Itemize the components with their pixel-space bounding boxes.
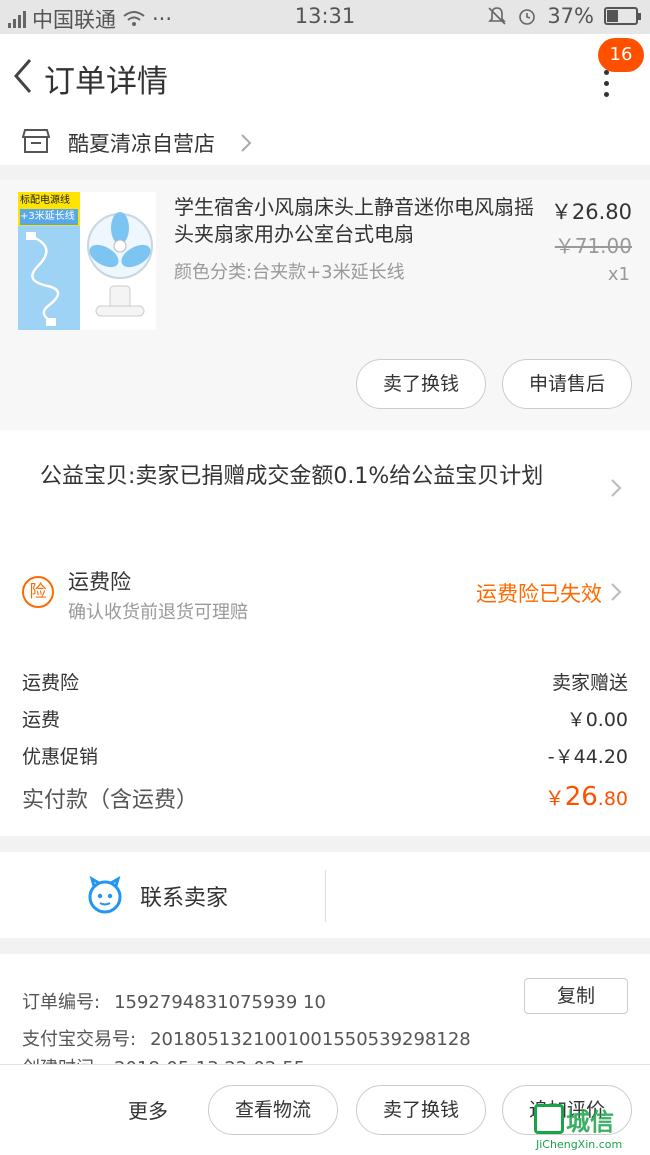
thumb-label-1: 标配电源线	[20, 195, 70, 206]
total-currency: ￥	[544, 786, 565, 810]
more-menu-icon[interactable]	[596, 70, 616, 100]
order-number-label: 订单编号:	[22, 992, 101, 1013]
shipping-insurance-row[interactable]: 险 运费险 确认收货前退货可理赔 运费险已失效	[0, 538, 650, 648]
total-integer: 26	[564, 782, 598, 812]
fan-illustration	[87, 212, 153, 317]
alipay-label: 支付宝交易号:	[22, 1029, 137, 1050]
total-label: 实付款（含运费）	[22, 788, 199, 813]
more-button[interactable]: 更多	[128, 1095, 168, 1124]
watermark-logo: 城信 JiChengXin.com	[534, 1104, 650, 1155]
fee-summary: 运费险 卖家赠送 运费 ￥0.00 优惠促销 -￥44.20 实付款（含运费） …	[0, 648, 650, 836]
sell-button[interactable]: 卖了换钱	[356, 359, 486, 409]
order-number-row: 订单编号: 1592794831075939 10	[22, 988, 326, 1014]
watermark-text: 城信	[566, 1108, 614, 1136]
product-price: ￥26.80	[550, 200, 632, 224]
product-sku: 颜色分类:台夹款+3米延长线	[174, 262, 405, 283]
thumb-label-2: +3米延长线	[20, 209, 78, 225]
alipay-number: 2018051321001001550539298128	[150, 1029, 471, 1050]
charity-text: 公益宝贝:卖家已捐赠成交金额0.1%给公益宝贝计划	[40, 464, 544, 489]
insurance-title: 运费险	[68, 570, 131, 594]
fee-label: 运费险	[22, 672, 80, 694]
insurance-status[interactable]: 运费险已失效	[476, 578, 602, 608]
page-title: 订单详情	[44, 64, 168, 100]
watermark-url: JiChengXin.com	[536, 1138, 623, 1151]
contact-row: 联系卖家	[0, 852, 650, 938]
store-name[interactable]: 酷夏清凉自营店	[68, 128, 215, 158]
chevron-right-icon	[611, 479, 622, 497]
store-row[interactable]: 酷夏清凉自营店	[0, 120, 650, 165]
product-original-price: ￥71.00	[554, 234, 632, 258]
charity-row[interactable]: 公益宝贝:卖家已捐赠成交金额0.1%给公益宝贝计划	[0, 430, 650, 538]
order-number: 1592794831075939 10	[114, 992, 326, 1013]
total-amount: ￥26.80	[545, 782, 628, 812]
product-title[interactable]: 学生宿舍小风扇床头上静音迷你电风扇摇头夹扇家用办公室台式电扇	[174, 194, 534, 248]
nav-bar: 订单详情 16	[0, 34, 650, 120]
mute-bell-icon	[488, 7, 507, 25]
alipay-row: 支付宝交易号: 2018051321001001550539298128	[22, 1025, 471, 1051]
product-quantity: x1	[607, 264, 630, 285]
status-bar: 中国联通 ··· 13:31 37%	[0, 0, 650, 34]
order-info: 订单编号: 1592794831075939 10 复制 支付宝交易号: 20180…	[0, 954, 650, 1074]
battery-icon	[604, 7, 641, 25]
copy-button[interactable]: 复制	[524, 978, 628, 1014]
product-image[interactable]: 标配电源线 +3米延长线	[18, 192, 156, 330]
fee-value: ￥0.00	[566, 709, 628, 731]
cable-panel	[18, 226, 80, 330]
message-badge[interactable]: 16	[598, 38, 644, 72]
thumb-label-box: 标配电源线 +3米延长线	[18, 192, 80, 226]
chevron-right-icon	[241, 134, 252, 152]
cable-icon	[26, 232, 60, 326]
total-decimal: .80	[597, 788, 628, 810]
fee-value: -￥44.20	[547, 746, 628, 768]
fee-label: 运费	[22, 709, 61, 731]
insurance-subtitle: 确认收货前退货可理赔	[68, 602, 248, 623]
insurance-icon: 险	[22, 576, 54, 608]
status-right: 37%	[487, 4, 641, 28]
product-card[interactable]: 标配电源线 +3米延长线 学生宿舍小风扇床头上静音迷你电风扇摇头夹扇家用办公室台…	[0, 180, 650, 430]
back-arrow-icon[interactable]	[10, 56, 34, 96]
divider	[325, 870, 326, 922]
fee-label: 优惠促销	[22, 746, 99, 768]
after-sales-button[interactable]: 申请售后	[502, 359, 632, 409]
sell-button-bottom[interactable]: 卖了换钱	[356, 1085, 486, 1135]
view-logistics-button[interactable]: 查看物流	[208, 1085, 338, 1135]
fee-value: 卖家赠送	[551, 672, 628, 694]
chevron-right-icon	[611, 583, 622, 601]
contact-seller-button[interactable]: 联系卖家	[140, 880, 228, 912]
alarm-icon	[519, 9, 536, 25]
watermark-box	[534, 1104, 564, 1134]
battery-percent: 37%	[547, 4, 594, 28]
store-icon	[22, 129, 50, 153]
contact-seller-icon[interactable]	[86, 876, 124, 914]
